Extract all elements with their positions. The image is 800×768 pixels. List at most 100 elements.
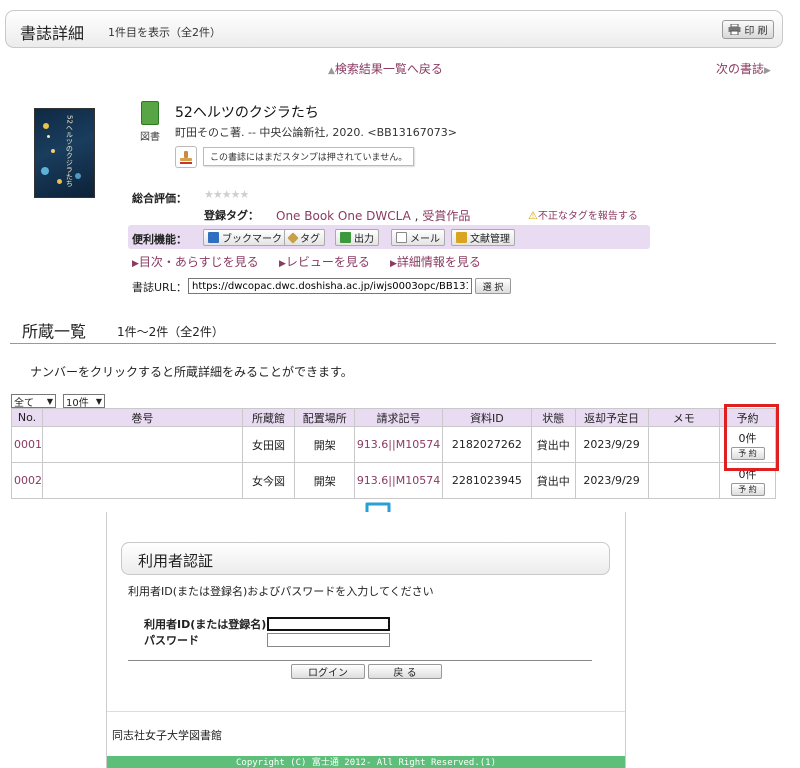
warning-icon: ⚠ xyxy=(528,209,538,222)
stamp-button[interactable] xyxy=(175,146,197,168)
triangle-up-icon: ▲ xyxy=(328,66,335,76)
select-url-button[interactable]: 選 択 xyxy=(475,278,511,294)
table-row: 0002 女今図 開架 913.6||M10574 2281023945 貸出中… xyxy=(11,462,776,499)
contents-summary-label: 目次・あらすじを見る xyxy=(138,255,259,269)
back-to-results-label: 検索結果一覧へ戻る xyxy=(334,62,443,76)
holding-number-link[interactable]: 0002 xyxy=(11,462,43,499)
filter-select-value: 全て xyxy=(14,397,34,409)
next-record-link[interactable]: 次の書誌▶ xyxy=(716,60,771,77)
reference-manager-button[interactable]: 文献管理 xyxy=(451,229,515,246)
print-label: 印 刷 xyxy=(744,26,768,37)
location-cell: 開架 xyxy=(294,462,356,499)
status-cell: 貸出中 xyxy=(530,426,576,463)
triangle-right-icon: ▶ xyxy=(132,259,139,269)
per-page-select[interactable]: 10件 ▼ xyxy=(63,394,105,409)
call-number-link[interactable]: 913.6||M10574 xyxy=(354,462,443,499)
bookmark-button[interactable]: ブックマーク xyxy=(203,229,287,246)
tag-icon xyxy=(287,231,299,244)
contents-summary-link[interactable]: ▶目次・あらすじを見る xyxy=(132,253,259,270)
mail-button[interactable]: メール xyxy=(391,229,445,246)
login-button[interactable]: ログイン xyxy=(291,664,365,679)
triangle-right-icon: ▶ xyxy=(279,259,286,269)
divider xyxy=(128,660,592,661)
chevron-down-icon: ▼ xyxy=(95,396,102,406)
due-date-cell: 2023/9/29 xyxy=(574,462,649,499)
book-cover-title: 52ヘルツのクジラたち xyxy=(65,115,74,187)
library-name: 同志社女子大学図書館 xyxy=(112,729,222,742)
details-link[interactable]: ▶詳細情報を見る xyxy=(390,253,481,270)
item-id-cell: 2182027262 xyxy=(442,426,532,463)
column-header: メモ xyxy=(647,408,721,427)
book-cover-image: 52ヘルツのクジラたち xyxy=(34,108,95,198)
printer-icon xyxy=(728,24,741,35)
column-header: 資料ID xyxy=(442,408,532,427)
rating-stars[interactable]: ★★★★★ xyxy=(204,188,249,201)
export-label: 出力 xyxy=(354,234,374,245)
folder-icon xyxy=(456,232,467,243)
mail-icon xyxy=(396,232,407,243)
reservation-highlight-box xyxy=(724,404,779,471)
back-button[interactable]: 戻 る xyxy=(368,664,442,679)
divider xyxy=(10,343,776,344)
table-row: 0001 女田図 開架 913.6||M10574 2182027262 貸出中… xyxy=(11,426,776,463)
column-header: 所蔵館 xyxy=(241,408,296,427)
report-tag-label: 不正なタグを報告する xyxy=(537,211,638,222)
book-bibliographic-info: 町田そのこ著. -- 中央公論新社, 2020. <BB13167073> xyxy=(175,126,457,139)
tools-label: 便利機能： xyxy=(132,233,187,246)
rating-label: 総合評価： xyxy=(132,192,187,205)
tag-separator: , xyxy=(414,209,419,223)
book-title: 52ヘルツのクジラたち xyxy=(175,105,319,121)
column-header: 請求記号 xyxy=(354,408,443,427)
status-cell: 貸出中 xyxy=(530,462,576,499)
review-label: レビューを見る xyxy=(285,255,370,269)
tag-button[interactable]: タグ xyxy=(284,229,325,246)
auth-title: 利用者認証 xyxy=(138,552,214,570)
holding-number-link[interactable]: 0001 xyxy=(11,426,43,463)
back-to-results-link[interactable]: ▲検索結果一覧へ戻る xyxy=(328,60,443,77)
triangle-right-icon: ▶ xyxy=(764,66,771,76)
tag-button-label: タグ xyxy=(300,234,320,245)
memo-cell xyxy=(647,426,721,463)
mail-label: メール xyxy=(410,234,440,245)
call-number-link[interactable]: 913.6||M10574 xyxy=(354,426,443,463)
tag-link[interactable]: 受賞作品 xyxy=(422,209,470,223)
holdings-title: 所蔵一覧 xyxy=(22,322,87,341)
holdings-instruction: ナンバーをクリックすると所蔵詳細をみることができます。 xyxy=(30,365,353,379)
volume-cell xyxy=(42,426,243,463)
tag-link[interactable]: One Book One DWCLA xyxy=(276,209,411,223)
bookmark-label: ブックマーク xyxy=(222,234,282,245)
print-button[interactable]: 印 刷 xyxy=(722,20,774,39)
reference-manager-label: 文献管理 xyxy=(470,234,510,245)
memo-cell xyxy=(647,462,721,499)
review-link[interactable]: ▶レビューを見る xyxy=(279,253,370,270)
details-label: 詳細情報を見る xyxy=(396,255,481,269)
library-cell: 女今図 xyxy=(241,462,296,499)
table-header-row: No. 巻号 所蔵館 配置場所 請求記号 資料ID 状態 返却予定日 メモ 予約 xyxy=(11,408,776,427)
book-type-label: 図書 xyxy=(140,132,160,143)
due-date-cell: 2023/9/29 xyxy=(574,426,649,463)
column-header: 返却予定日 xyxy=(574,408,649,427)
record-url-field[interactable] xyxy=(188,278,472,294)
export-icon xyxy=(340,232,351,243)
holdings-table: No. 巻号 所蔵館 配置場所 請求記号 資料ID 状態 返却予定日 メモ 予約… xyxy=(11,408,776,499)
password-input[interactable] xyxy=(267,633,390,647)
stamp-icon xyxy=(180,151,192,164)
reserve-button[interactable]: 予 約 xyxy=(730,482,765,496)
tags-label: 登録タグ： xyxy=(204,209,259,222)
record-count: 1件目を表示（全2件） xyxy=(108,26,221,39)
filter-select[interactable]: 全て ▼ xyxy=(11,394,56,409)
column-header: 配置場所 xyxy=(294,408,356,427)
user-id-input[interactable] xyxy=(267,617,390,631)
volume-cell xyxy=(42,462,243,499)
bookmark-icon xyxy=(208,232,219,243)
item-id-cell: 2281023945 xyxy=(442,462,532,499)
tag-list: One Book One DWCLA , 受賞作品 xyxy=(276,207,470,224)
export-button[interactable]: 出力 xyxy=(335,229,379,246)
stamp-message: この書誌にはまだスタンプは押されていません。 xyxy=(203,147,415,166)
report-tag-link[interactable]: ⚠不正なタグを報告する xyxy=(528,207,638,222)
triangle-right-icon: ▶ xyxy=(390,259,397,269)
library-cell: 女田図 xyxy=(241,426,296,463)
copyright-footer: Copyright (C) 富士通 2012- All Right Reserv… xyxy=(107,756,625,768)
next-record-label: 次の書誌 xyxy=(716,62,765,76)
column-header: 巻号 xyxy=(42,408,243,427)
